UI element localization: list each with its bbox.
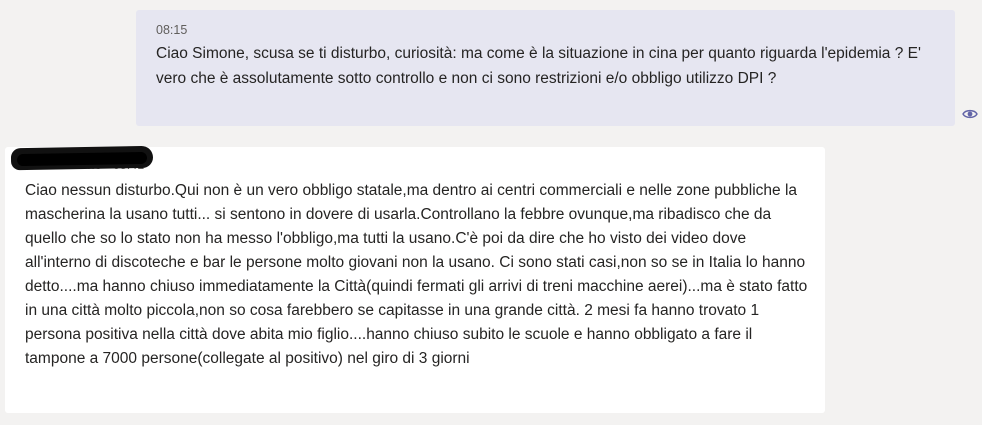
message-header: Mirko Simone 08:41 (10, 145, 811, 173)
message-text: Ciao nessun disturbo.Qui non è un vero o… (25, 182, 808, 367)
received-message[interactable]: Mirko Simone 08:41 Ciao nessun disturbo.… (5, 145, 825, 413)
message-timestamp: 08:15 (156, 23, 188, 37)
chat-thread: 08:15 Ciao Simone, scusa se ti disturbo,… (0, 0, 982, 425)
eye-icon (962, 109, 978, 119)
message-text: Ciao Simone, scusa se ti disturbo, curio… (156, 45, 921, 87)
sender-name: Mirko Simone (10, 145, 154, 173)
redaction-mark (10, 145, 154, 171)
sent-message[interactable]: 08:15 Ciao Simone, scusa se ti disturbo,… (136, 10, 955, 126)
